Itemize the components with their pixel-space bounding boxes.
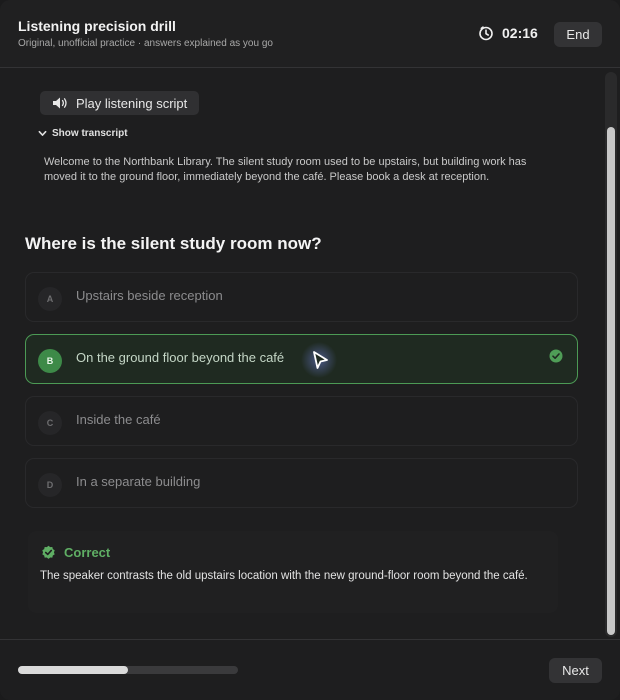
footer: Next <box>0 639 620 700</box>
timer: 02:16 <box>478 25 538 41</box>
timer-value: 02:16 <box>502 25 538 41</box>
play-script-label: Play listening script <box>76 95 188 111</box>
show-transcript-label: Show transcript <box>52 128 128 139</box>
main-content[interactable]: Play listening script Show transcript We… <box>0 69 604 639</box>
next-button[interactable]: Next <box>549 658 602 683</box>
timer-icon <box>479 26 493 41</box>
option-letter: C <box>38 411 62 435</box>
page-subtitle: Original, unofficial practice · answers … <box>18 38 273 49</box>
verified-check-icon <box>42 545 55 559</box>
question-text: Where is the silent study room now? <box>25 234 322 253</box>
option-letter: A <box>38 287 62 311</box>
check-circle-icon <box>549 349 563 363</box>
speaker-icon <box>53 97 67 109</box>
header: Listening precision drill Original, unof… <box>0 0 620 68</box>
option-a[interactable]: A Upstairs beside reception <box>25 272 578 322</box>
transcript-panel: Welcome to the Northbank Library. The si… <box>30 145 566 205</box>
feedback-title: Correct <box>41 545 110 560</box>
scrollbar-thumb[interactable] <box>607 127 615 635</box>
feedback-title-text: Correct <box>64 545 111 560</box>
show-transcript-toggle[interactable]: Show transcript <box>38 128 128 139</box>
option-c[interactable]: C Inside the café <box>25 396 578 446</box>
transcript-text: Welcome to the Northbank Library. The si… <box>44 156 527 183</box>
progress-bar-fill <box>18 666 128 674</box>
chevron-down-icon <box>38 130 47 136</box>
pointer-cursor-icon <box>301 342 337 378</box>
option-b[interactable]: B On the ground floor beyond the café <box>25 334 578 384</box>
option-d[interactable]: D In a separate building <box>25 458 578 508</box>
app-window: Listening precision drill Original, unof… <box>0 0 620 700</box>
page-title: Listening precision drill <box>18 18 176 34</box>
feedback-panel: Correct The speaker contrasts the old up… <box>28 531 558 613</box>
option-label: On the ground floor beyond the café <box>76 350 285 365</box>
option-letter: D <box>38 473 62 497</box>
play-script-button[interactable]: Play listening script <box>40 91 200 115</box>
scrollbar[interactable] <box>605 72 617 637</box>
option-label: Upstairs beside reception <box>76 288 223 303</box>
option-letter: B <box>38 349 62 373</box>
end-button[interactable]: End <box>554 22 602 47</box>
progress-bar <box>18 666 238 674</box>
feedback-text: The speaker contrasts the old upstairs l… <box>40 570 528 582</box>
option-label: Inside the café <box>76 412 161 427</box>
option-label: In a separate building <box>76 474 201 489</box>
